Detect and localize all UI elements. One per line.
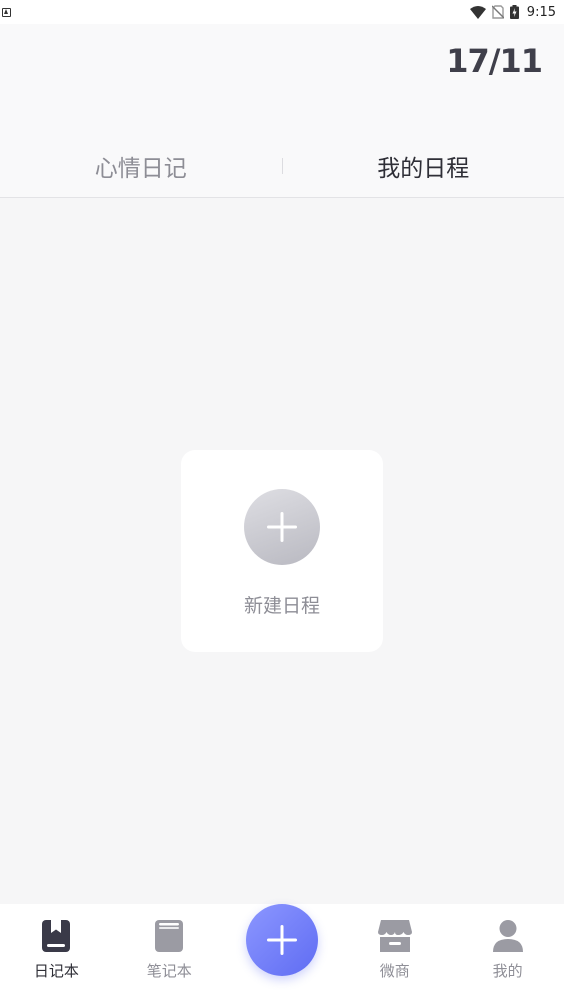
new-schedule-plus-button[interactable] — [244, 489, 320, 565]
nav-item-diary[interactable]: 日记本 — [0, 904, 113, 1002]
tab-mood-diary[interactable]: 心情日记 — [0, 149, 282, 183]
header: 17/11 心情日记 我的日程 — [0, 24, 564, 198]
no-sim-icon — [491, 5, 504, 19]
nav-item-notebook[interactable]: 笔记本 — [113, 904, 226, 1002]
nav-item-me[interactable]: 我的 — [451, 904, 564, 1002]
plus-icon — [266, 925, 297, 955]
plus-icon — [267, 512, 297, 542]
tab-bar: 心情日记 我的日程 — [0, 136, 564, 196]
screen: 9:15 17/11 心情日记 我的日程 新建日程 日记本 笔记本 微商 我的 — [0, 0, 564, 1002]
diary-book-icon — [42, 920, 71, 952]
status-bar: 9:15 — [0, 0, 564, 24]
nav-label-notebook: 笔记本 — [146, 962, 192, 980]
user-icon — [492, 920, 523, 952]
status-right: 9:15 — [469, 4, 556, 20]
status-left — [2, 7, 11, 17]
schedule-content: 新建日程 — [0, 198, 564, 904]
status-time: 9:15 — [526, 4, 556, 20]
new-schedule-card[interactable]: 新建日程 — [181, 450, 383, 652]
shop-icon — [377, 920, 412, 952]
nav-label-me: 我的 — [492, 962, 523, 980]
nav-label-diary: 日记本 — [33, 962, 79, 980]
battery-charging-icon — [509, 5, 519, 19]
date-label: 17/11 — [446, 42, 543, 80]
bottom-nav: 日记本 笔记本 微商 我的 — [0, 904, 564, 1002]
nav-item-shop[interactable]: 微商 — [338, 904, 451, 1002]
nav-label-shop: 微商 — [379, 962, 410, 980]
wifi-icon — [469, 5, 486, 19]
notebook-icon — [155, 920, 184, 952]
notification-icon — [2, 7, 11, 17]
tab-my-schedule[interactable]: 我的日程 — [283, 149, 564, 183]
new-schedule-label: 新建日程 — [243, 595, 320, 617]
add-fab-button[interactable] — [245, 904, 318, 976]
fab-slot — [226, 904, 339, 1002]
